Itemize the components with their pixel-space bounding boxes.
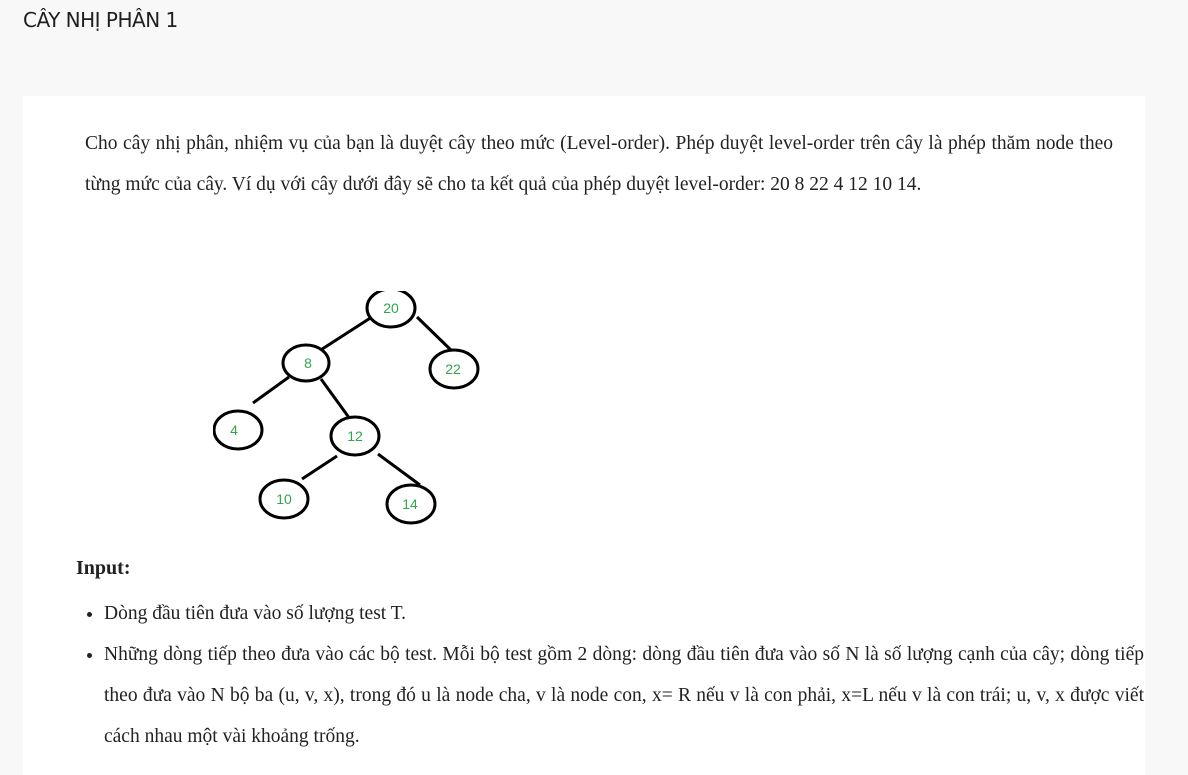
tree-node-label: 12	[347, 428, 363, 444]
list-item: Những dòng tiếp theo đưa vào các bộ test…	[104, 634, 1144, 757]
tree-node-label: 14	[402, 496, 418, 512]
tree-node-label: 10	[276, 491, 292, 507]
edge-12-14	[377, 452, 421, 487]
tree-node-label: 4	[230, 422, 238, 438]
tree-node-label: 22	[445, 361, 461, 377]
edge-20-22	[415, 315, 456, 355]
tree-node-label: 20	[383, 300, 399, 316]
edge-8-4	[252, 375, 290, 405]
binary-tree-diagram: 20 8 22 4 12 10 14	[213, 291, 480, 525]
list-item: Dòng đầu tiên đưa vào số lượng test T.	[104, 593, 1144, 634]
tree-node-4	[213, 409, 264, 451]
tree-node-label: 8	[304, 355, 312, 371]
input-list: Dòng đầu tiên đưa vào số lượng test T. N…	[76, 593, 1144, 757]
edge-20-8	[315, 313, 376, 355]
edge-12-10	[301, 454, 338, 481]
problem-description: Cho cây nhị phân, nhiệm vụ của bạn là du…	[85, 133, 1113, 195]
page-title: CÂY NHỊ PHÂN 1	[23, 8, 178, 32]
edge-8-12	[319, 378, 352, 420]
problem-card: Cho cây nhị phân, nhiệm vụ của bạn là du…	[23, 96, 1145, 775]
input-heading: Input:	[76, 557, 131, 579]
